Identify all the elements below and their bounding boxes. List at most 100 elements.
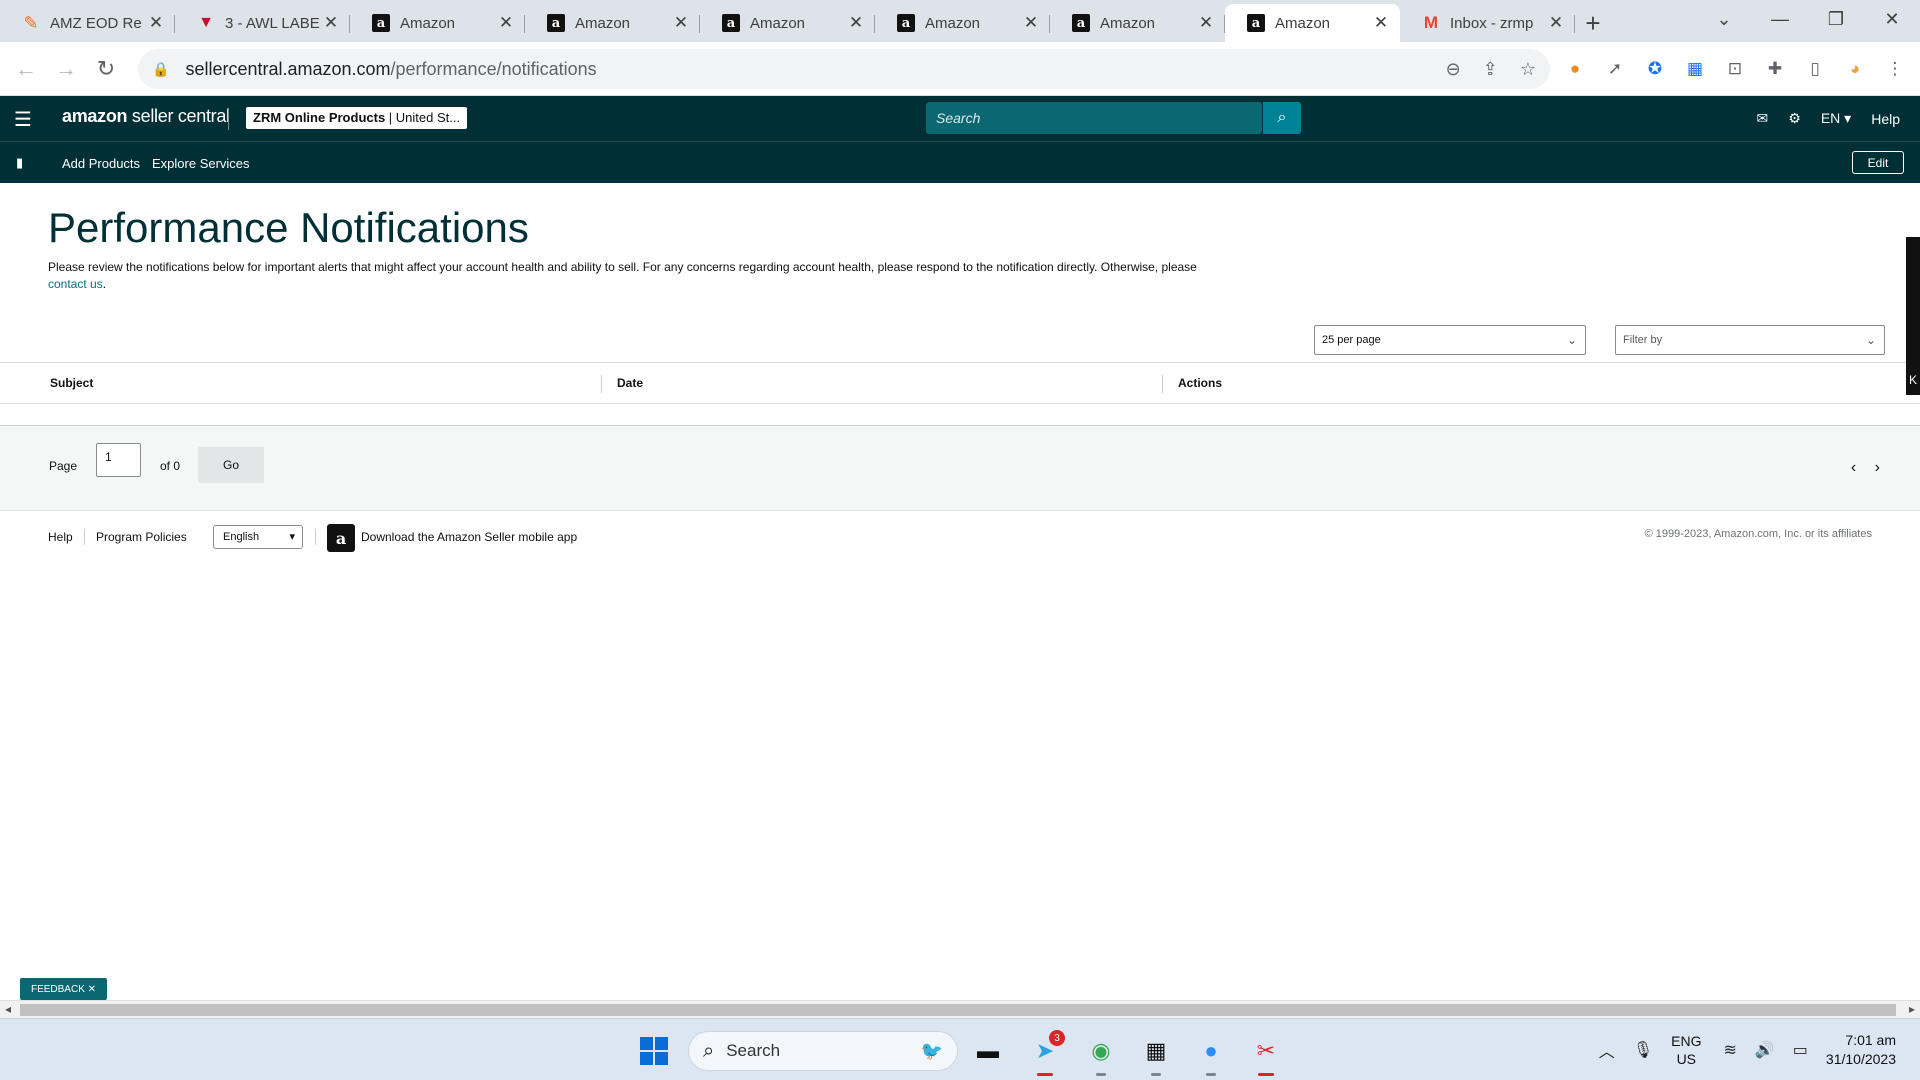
volume-icon[interactable]: 🔊 <box>1755 1040 1775 1060</box>
nav-explore-services[interactable]: Explore Services <box>152 156 250 171</box>
column-date[interactable]: Date <box>617 376 643 390</box>
awl-icon: ▼ <box>198 14 214 31</box>
tab-close-icon[interactable]: ✕ <box>497 13 515 33</box>
browser-tab[interactable]: a Amazon ✕ <box>350 4 525 42</box>
language-selector[interactable]: EN ▾ <box>1821 110 1851 127</box>
browser-tab[interactable]: a Amazon ✕ <box>875 4 1050 42</box>
search-icon: ⌕ <box>1277 109 1287 126</box>
profile-avatar-icon[interactable]: ◕ <box>1835 59 1875 79</box>
browser-tab[interactable]: M Inbox - zrmp ✕ <box>1400 4 1575 42</box>
browser-menu-icon[interactable]: ⋮ <box>1875 59 1915 79</box>
windows-start-icon[interactable] <box>640 1037 668 1065</box>
extension-fba-icon[interactable]: ▦ <box>1675 59 1715 79</box>
tab-close-icon[interactable]: ✕ <box>1547 13 1565 33</box>
telegram-badge: 3 <box>1049 1030 1065 1046</box>
page-title: Performance Notifications <box>48 204 529 251</box>
bookmark-icon[interactable]: ▮ <box>16 155 23 171</box>
footer-help-link[interactable]: Help <box>48 530 73 544</box>
chrome-icon[interactable]: ◉ <box>1083 1033 1119 1076</box>
extension-arrow-icon[interactable]: ➚ <box>1595 59 1635 79</box>
mail-icon[interactable]: ✉ <box>1757 110 1769 127</box>
browser-tab[interactable]: a Amazon ✕ <box>1050 4 1225 42</box>
calculator-icon[interactable]: ▦ <box>1138 1033 1174 1076</box>
footer-language-select[interactable]: English ▾ <box>213 525 303 549</box>
extension-off-icon[interactable]: ⊡ <box>1715 59 1755 79</box>
snipping-tool-icon[interactable]: ✂ <box>1248 1033 1284 1076</box>
wifi-icon[interactable]: ≋ <box>1723 1040 1736 1060</box>
chevron-down-icon: ▾ <box>289 531 295 543</box>
url-field[interactable]: 🔒 sellercentral.amazon.com/performance/n… <box>138 49 1550 89</box>
zoom-icon[interactable]: ● <box>1193 1033 1229 1076</box>
extensions-puzzle-icon[interactable]: ✚ <box>1755 59 1795 79</box>
reload-icon[interactable]: ↻ <box>86 56 126 82</box>
feedback-button[interactable]: FEEDBACK ✕ <box>20 978 107 1000</box>
page-number-input[interactable]: 1 <box>96 443 141 477</box>
clock[interactable]: 7:01 am 31/10/2023 <box>1826 1031 1896 1069</box>
minimize-icon[interactable]: — <box>1752 9 1808 30</box>
window-controls: ⌄ — ❐ ✕ <box>1696 0 1920 38</box>
browser-tab[interactable]: a Amazon ✕ <box>525 4 700 42</box>
browser-tab[interactable]: a Amazon ✕ <box>700 4 875 42</box>
filter-by-select[interactable]: Filter by ⌄ <box>1615 325 1885 355</box>
nav-add-products[interactable]: Add Products <box>62 156 140 171</box>
horizontal-scrollbar[interactable]: ◂ ▸ <box>0 1000 1920 1018</box>
scroll-right-icon[interactable]: ▸ <box>1909 1002 1915 1016</box>
telegram-icon[interactable]: ➤ 3 <box>1027 1030 1065 1076</box>
page-footer: Help Program Policies English ▾ a Downlo… <box>0 511 1920 561</box>
tab-close-icon[interactable]: ✕ <box>1372 13 1390 33</box>
help-link[interactable]: Help <box>1871 111 1900 127</box>
scrollbar-thumb[interactable] <box>20 1004 1896 1016</box>
amazon-app-icon[interactable]: a <box>327 524 355 552</box>
hamburger-menu-icon[interactable]: ☰ <box>14 107 32 132</box>
next-page-icon[interactable]: › <box>1875 459 1880 476</box>
tab-close-icon[interactable]: ✕ <box>672 13 690 33</box>
gmail-icon: M <box>1423 13 1439 32</box>
back-icon[interactable]: ← <box>6 56 46 82</box>
tab-search-icon[interactable]: ⌄ <box>1696 9 1752 30</box>
forward-icon[interactable]: → <box>46 56 86 82</box>
browser-tab[interactable]: a Amazon ✕ <box>1225 4 1400 42</box>
column-subject[interactable]: Subject <box>50 376 93 390</box>
tab-label: Amazon <box>575 14 631 32</box>
browser-tab[interactable]: ✎ AMZ EOD Re ✕ <box>0 4 175 42</box>
footer-program-policies-link[interactable]: Program Policies <box>96 530 187 544</box>
tab-close-icon[interactable]: ✕ <box>847 13 865 33</box>
share-icon[interactable]: ⇪ <box>1483 59 1498 80</box>
contact-us-link[interactable]: contact us <box>48 277 103 291</box>
browser-tab[interactable]: ▼ 3 - AWL LABE ✕ <box>175 4 350 42</box>
tab-close-icon[interactable]: ✕ <box>322 13 340 33</box>
settings-gear-icon[interactable]: ⚙ <box>1788 110 1801 127</box>
seller-central-logo[interactable]: amazon seller central <box>62 106 230 127</box>
side-panel-tab[interactable]: K <box>1906 237 1920 395</box>
tab-close-icon[interactable]: ✕ <box>1022 13 1040 33</box>
extension-gear-icon[interactable]: ✪ <box>1635 59 1675 79</box>
previous-page-icon[interactable]: ‹ <box>1851 459 1856 476</box>
lock-icon[interactable]: 🔒 <box>152 61 169 78</box>
column-actions[interactable]: Actions <box>1178 376 1222 390</box>
microphone-icon[interactable]: 🎙 <box>1633 1040 1653 1060</box>
bookmark-star-icon[interactable]: ☆ <box>1520 59 1536 80</box>
edit-nav-button[interactable]: Edit <box>1852 151 1904 174</box>
battery-icon[interactable]: ▭ <box>1793 1040 1808 1060</box>
search-button[interactable]: ⌕ <box>1263 102 1301 134</box>
extension-circle-icon[interactable]: ● <box>1555 59 1595 79</box>
chevron-up-icon[interactable]: ︿ <box>1599 1038 1615 1062</box>
new-tab-button[interactable]: + <box>1575 4 1611 42</box>
seller-central-header: ☰ amazon seller central ZRM Online Produ… <box>0 96 1920 141</box>
close-window-icon[interactable]: ✕ <box>1864 9 1920 30</box>
download-app-link[interactable]: Download the Amazon Seller mobile app <box>361 530 577 544</box>
per-page-select[interactable]: 25 per page ⌄ <box>1314 325 1586 355</box>
file-explorer-icon[interactable]: ▬ <box>970 1033 1006 1069</box>
restore-icon[interactable]: ❐ <box>1808 9 1864 30</box>
tab-close-icon[interactable]: ✕ <box>147 13 165 33</box>
taskbar-search[interactable]: ⌕ Search 🐦 <box>688 1031 958 1071</box>
tab-close-icon[interactable]: ✕ <box>1197 13 1215 33</box>
account-switcher[interactable]: ZRM Online Products | United St... <box>246 107 468 129</box>
scroll-left-icon[interactable]: ◂ <box>5 1002 11 1016</box>
url-host: sellercentral.amazon.com <box>185 58 391 79</box>
side-panel-icon[interactable]: ▯ <box>1795 59 1835 79</box>
seller-search-input[interactable] <box>926 102 1262 134</box>
go-button[interactable]: Go <box>198 447 264 483</box>
input-language[interactable]: ENG US <box>1671 1032 1701 1068</box>
zoom-icon[interactable]: ⊖ <box>1446 59 1461 80</box>
